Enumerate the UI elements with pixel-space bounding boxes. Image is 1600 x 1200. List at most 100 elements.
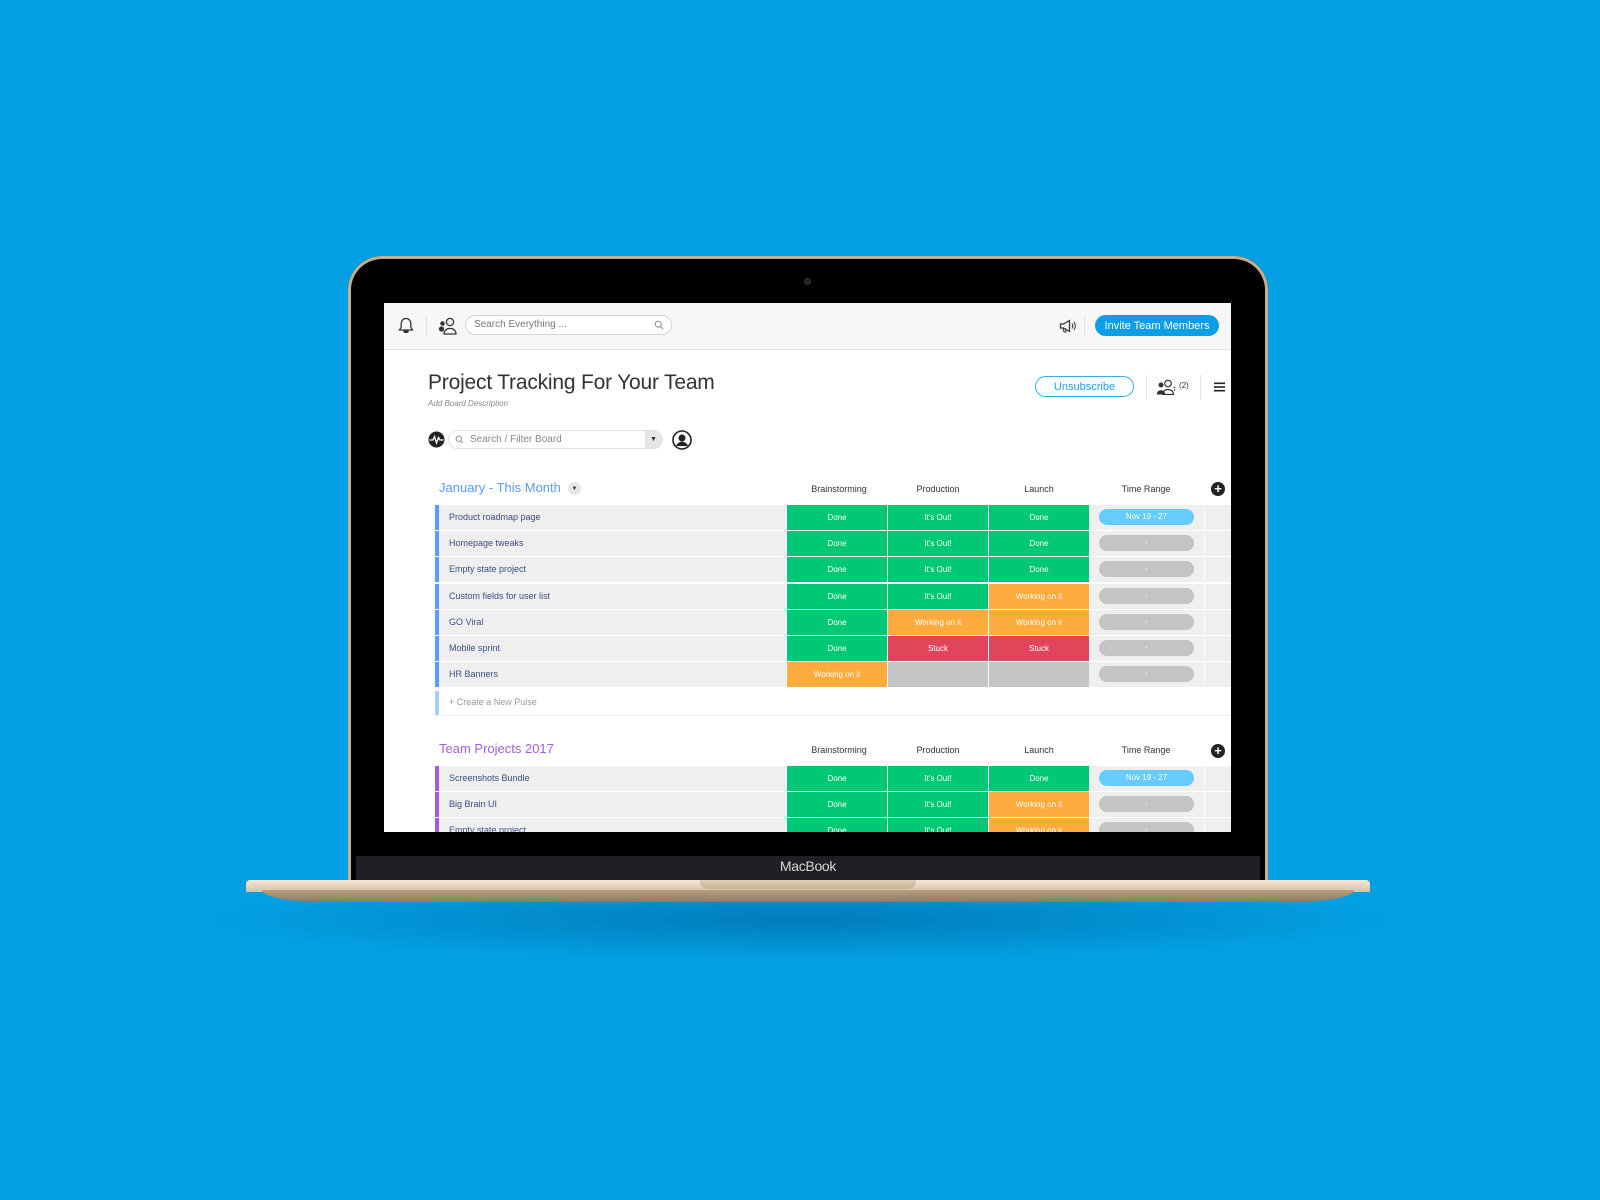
pulse-name[interactable]: Empty state project bbox=[439, 818, 786, 832]
filter-board-input[interactable] bbox=[470, 434, 620, 445]
status-cell-launch[interactable]: Done bbox=[989, 557, 1089, 583]
pulse-name[interactable]: Product roadmap page bbox=[439, 505, 786, 530]
status-cell-brainstorming[interactable]: Done bbox=[787, 609, 887, 635]
status-cell-brainstorming[interactable]: Done bbox=[787, 766, 887, 791]
group-title[interactable]: January - This Month bbox=[439, 480, 561, 495]
status-cell-brainstorming[interactable]: Done bbox=[787, 505, 887, 530]
status-cell-launch[interactable]: Done bbox=[989, 531, 1089, 557]
status-cell-production[interactable]: It's Out! bbox=[888, 766, 988, 791]
camera-icon bbox=[805, 279, 810, 284]
search-everything-input[interactable] bbox=[474, 319, 644, 330]
pulse-name[interactable]: Custom fields for user list bbox=[439, 583, 786, 609]
column-header-brainstorming[interactable]: Brainstorming bbox=[789, 745, 889, 755]
board-description[interactable]: Add Board Description bbox=[428, 399, 508, 408]
column-header-production[interactable]: Production bbox=[888, 745, 988, 755]
table-row[interactable]: Custom fields for user list Done It's Out!… bbox=[435, 583, 1231, 609]
board-members-icon[interactable] bbox=[1155, 378, 1177, 396]
row-tail bbox=[1205, 792, 1231, 818]
status-cell-production[interactable]: Stuck bbox=[888, 636, 988, 661]
status-cell-brainstorming[interactable]: Done bbox=[787, 557, 887, 583]
board-members-count[interactable]: (2) bbox=[1179, 381, 1189, 390]
table-row[interactable]: Homepage tweaks Done It's Out! Done - bbox=[435, 531, 1231, 557]
menu-icon[interactable] bbox=[1212, 380, 1226, 394]
status-cell-brainstorming[interactable]: Done bbox=[787, 531, 887, 557]
time-range-pill[interactable]: Nov 19 - 27 bbox=[1099, 770, 1194, 786]
status-cell-launch[interactable] bbox=[989, 662, 1089, 688]
pulse-name[interactable]: Big Brain UI bbox=[439, 792, 786, 818]
status-cell-production[interactable]: It's Out! bbox=[888, 583, 988, 609]
status-cell-production[interactable]: It's Out! bbox=[888, 818, 988, 832]
table-row[interactable]: HR Banners Working on it - bbox=[435, 662, 1231, 688]
time-range-pill[interactable]: - bbox=[1099, 587, 1194, 604]
pulse-name[interactable]: HR Banners bbox=[439, 662, 786, 688]
status-cell-brainstorming[interactable]: Done bbox=[787, 818, 887, 832]
status-cell-production[interactable]: It's Out! bbox=[888, 792, 988, 818]
pulse-name[interactable]: Screenshots Bundle bbox=[439, 766, 786, 791]
time-range-pill[interactable]: - bbox=[1099, 640, 1194, 656]
table-row[interactable]: Big Brain UI Done It's Out! Working on it - bbox=[435, 792, 1231, 818]
table-row[interactable]: Screenshots Bundle Done It's Out! Done Nov 1… bbox=[435, 766, 1231, 791]
status-cell-production[interactable]: It's Out! bbox=[888, 531, 988, 557]
status-cell-launch[interactable]: Stuck bbox=[989, 636, 1089, 661]
pulse-name[interactable]: Empty state project bbox=[439, 557, 786, 583]
status-cell-production[interactable]: It's Out! bbox=[888, 505, 988, 530]
time-range-cell: - bbox=[1089, 557, 1204, 583]
time-range-pill[interactable]: - bbox=[1099, 666, 1194, 683]
person-filter-icon[interactable] bbox=[672, 430, 692, 450]
column-header-launch[interactable]: Launch bbox=[989, 484, 1089, 494]
status-cell-production[interactable]: It's Out! bbox=[888, 557, 988, 583]
table-row[interactable]: Empty state project Done It's Out! Working … bbox=[435, 818, 1231, 832]
status-cell-brainstorming[interactable]: Done bbox=[787, 636, 887, 661]
create-new-pulse-row[interactable] bbox=[435, 691, 1231, 716]
time-range-pill[interactable]: - bbox=[1099, 561, 1194, 578]
status-cell-launch[interactable]: Done bbox=[989, 505, 1089, 530]
laptop-hinge-notch bbox=[700, 880, 916, 889]
status-cell-production[interactable] bbox=[888, 662, 988, 688]
status-cell-brainstorming[interactable]: Done bbox=[787, 792, 887, 818]
column-header-time-range[interactable]: Time Range bbox=[1096, 745, 1196, 755]
status-cell-brainstorming[interactable]: Done bbox=[787, 583, 887, 609]
time-range-pill[interactable]: - bbox=[1099, 535, 1194, 552]
table-row[interactable]: GO Viral Done Working on it Working on it - bbox=[435, 609, 1231, 635]
status-cell-brainstorming[interactable]: Working on it bbox=[787, 662, 887, 688]
time-range-pill[interactable]: - bbox=[1099, 613, 1194, 630]
group-color-bar bbox=[435, 691, 439, 715]
group-title[interactable]: Team Projects 2017 bbox=[439, 741, 554, 756]
table-row[interactable]: Empty state project Done It's Out! Done - bbox=[435, 557, 1231, 583]
invite-team-members-button[interactable]: Invite Team Members bbox=[1095, 315, 1219, 336]
time-range-pill[interactable]: - bbox=[1099, 822, 1194, 832]
add-column-button[interactable]: + bbox=[1211, 482, 1225, 496]
status-cell-launch[interactable]: Working on it bbox=[989, 583, 1089, 609]
time-range-cell: - bbox=[1089, 818, 1204, 832]
add-column-button[interactable]: + bbox=[1211, 744, 1225, 758]
group-menu-chevron-icon[interactable]: ▼ bbox=[568, 482, 581, 495]
board-title[interactable]: Project Tracking For Your Team bbox=[428, 371, 715, 395]
column-header-brainstorming[interactable]: Brainstorming bbox=[789, 484, 889, 494]
bell-icon[interactable] bbox=[396, 316, 416, 336]
megaphone-icon[interactable] bbox=[1058, 317, 1078, 335]
search-everything-field[interactable] bbox=[465, 315, 672, 335]
filter-dropdown-button[interactable]: ▼ bbox=[645, 431, 662, 448]
pulse-name[interactable]: GO Viral bbox=[439, 609, 786, 635]
filter-board-field[interactable]: ▼ bbox=[448, 430, 663, 449]
status-cell-launch[interactable]: Done bbox=[989, 766, 1089, 791]
create-new-pulse-input[interactable] bbox=[449, 697, 749, 707]
time-range-pill[interactable]: - bbox=[1099, 796, 1194, 813]
activity-pulse-icon[interactable] bbox=[428, 431, 445, 448]
column-header-production[interactable]: Production bbox=[888, 484, 988, 494]
search-icon[interactable] bbox=[653, 319, 665, 331]
column-header-launch[interactable]: Launch bbox=[989, 745, 1089, 755]
status-cell-launch[interactable]: Working on it bbox=[989, 792, 1089, 818]
status-cell-launch[interactable]: Working on it bbox=[989, 609, 1089, 635]
team-icon[interactable] bbox=[436, 315, 458, 337]
table-row[interactable]: Mobile sprint Done Stuck Stuck - bbox=[435, 636, 1231, 661]
unsubscribe-button[interactable]: Unsubscribe bbox=[1035, 376, 1134, 397]
pulse-name[interactable]: Mobile sprint bbox=[439, 636, 786, 661]
table-row[interactable]: Product roadmap page Done It's Out! Done Nov… bbox=[435, 505, 1231, 530]
time-range-pill[interactable]: Nov 19 - 27 bbox=[1099, 509, 1194, 525]
pulse-name[interactable]: Homepage tweaks bbox=[439, 531, 786, 557]
status-cell-launch[interactable]: Working on it bbox=[989, 818, 1089, 832]
column-header-time-range[interactable]: Time Range bbox=[1096, 484, 1196, 494]
top-bar: Invite Team Members bbox=[384, 303, 1231, 350]
status-cell-production[interactable]: Working on it bbox=[888, 609, 988, 635]
